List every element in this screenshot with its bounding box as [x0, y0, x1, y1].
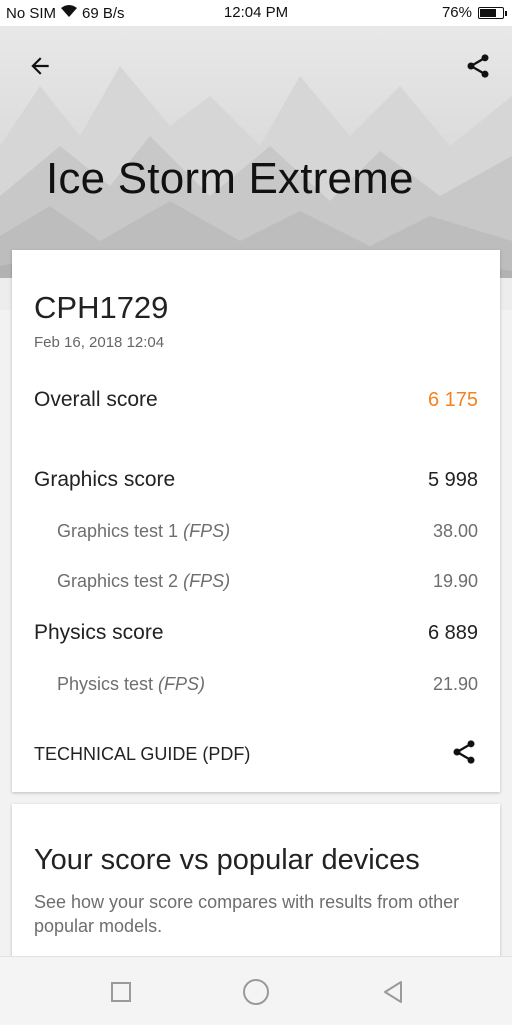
fps-unit: (FPS) — [183, 521, 231, 541]
back-button[interactable] — [20, 46, 60, 86]
recents-button[interactable] — [104, 975, 138, 1009]
graphics-test-2-name: Graphics test 2 — [57, 571, 179, 591]
overall-score-label: Overall score — [34, 388, 158, 411]
graphics-score-value: 5 998 — [427, 469, 478, 491]
run-date: Feb 16, 2018 12:04 — [34, 334, 165, 351]
clock: 12:04 PM — [223, 4, 289, 21]
physics-score-value: 6 889 — [427, 622, 478, 644]
triangle-back-icon — [384, 981, 402, 1003]
physics-test-row: Physics test (FPS) 21.90 — [57, 674, 478, 695]
status-right: 76% — [441, 4, 507, 21]
physics-score-label: Physics score — [34, 621, 164, 644]
share-button[interactable] — [458, 46, 498, 86]
battery-icon — [478, 6, 507, 19]
graphics-test-1-row: Graphics test 1 (FPS) 38.00 — [57, 521, 478, 542]
graphics-score-label: Graphics score — [34, 468, 176, 491]
battery-percent: 76% — [441, 4, 472, 21]
compare-title: Your score vs popular devices — [34, 844, 420, 876]
graphics-score-row: Graphics score 5 998 — [34, 468, 478, 492]
physics-test-value: 21.90 — [432, 674, 478, 694]
circle-icon — [243, 979, 269, 1005]
device-name: CPH1729 — [34, 290, 169, 325]
graphics-test-1-value: 38.00 — [432, 521, 478, 541]
system-nav-bar — [0, 956, 512, 1025]
fps-unit: (FPS) — [183, 571, 231, 591]
physics-test-label: Physics test (FPS) — [57, 674, 205, 695]
graphics-test-2-value: 19.90 — [432, 571, 478, 591]
graphics-test-1-label: Graphics test 1 (FPS) — [57, 521, 230, 542]
square-icon — [111, 982, 131, 1002]
overall-score-value: 6 175 — [427, 389, 478, 411]
compare-card[interactable]: Your score vs popular devices See how yo… — [12, 804, 500, 964]
status-bar: No SIM 69 B/s 12:04 PM 76% — [0, 0, 512, 26]
technical-guide-label: TECHNICAL GUIDE (PDF) — [34, 744, 251, 764]
share-icon — [467, 54, 489, 78]
home-button[interactable] — [239, 975, 273, 1009]
share-icon[interactable] — [450, 738, 478, 771]
graphics-test-2-row: Graphics test 2 (FPS) 19.90 — [57, 571, 478, 592]
result-card: CPH1729 Feb 16, 2018 12:04 Overall score… — [12, 250, 500, 792]
physics-score-row: Physics score 6 889 — [34, 621, 478, 645]
graphics-test-2-label: Graphics test 2 (FPS) — [57, 571, 230, 592]
compare-description: See how your score compares with results… — [34, 892, 460, 936]
graphics-test-1-name: Graphics test 1 — [57, 521, 179, 541]
overall-score-row: Overall score 6 175 — [34, 388, 478, 412]
nav-back-button[interactable] — [376, 975, 410, 1009]
physics-test-name: Physics test — [57, 674, 154, 694]
fps-unit: (FPS) — [158, 674, 206, 694]
arrow-left-icon — [31, 57, 49, 75]
technical-guide-link[interactable]: TECHNICAL GUIDE (PDF) — [34, 738, 478, 771]
page-title: Ice Storm Extreme — [46, 154, 414, 203]
